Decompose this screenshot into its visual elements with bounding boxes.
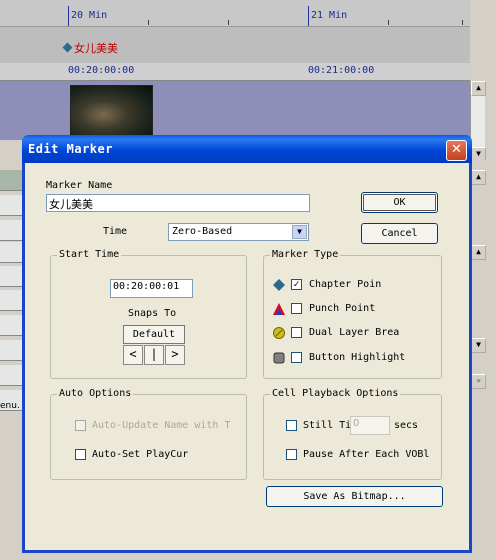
track-header[interactable] xyxy=(0,340,22,361)
track-header[interactable] xyxy=(0,290,22,311)
ruler-tick xyxy=(462,20,463,25)
expand-arrows-icon[interactable]: » xyxy=(471,374,486,389)
marker-name-input[interactable]: 女儿美美 xyxy=(46,194,310,212)
still-time-checkbox[interactable] xyxy=(286,420,297,431)
button-highlight-label: Button Highlight xyxy=(309,352,406,363)
dual-layer-break-label: Dual Layer Brea xyxy=(309,327,400,338)
punch-point-checkbox[interactable] xyxy=(291,303,302,314)
right-side-panel: ▲ ▲ ▼ » xyxy=(470,160,496,560)
punch-triangle-icon xyxy=(273,303,285,315)
still-time-input[interactable]: 0 xyxy=(350,416,390,435)
button-highlight-checkbox[interactable] xyxy=(291,352,302,363)
chapter-point-checkbox[interactable]: ✓ xyxy=(291,279,302,290)
previous-snap-button[interactable]: < xyxy=(123,345,143,365)
marker-type-group: Marker Type ✓ Chapter Poin Punch Point D… xyxy=(263,249,442,379)
pause-after-vobu-checkbox[interactable] xyxy=(286,449,297,460)
track-header[interactable] xyxy=(0,220,22,241)
dialog-titlebar[interactable]: Edit Marker ✕ xyxy=(22,135,472,163)
marker-name-label: Marker Name xyxy=(46,180,113,191)
auto-set-playcur-checkbox[interactable] xyxy=(75,449,86,460)
chapter-marker-icon xyxy=(62,42,73,53)
auto-options-group-title: Auto Options xyxy=(57,388,134,399)
chapter-diamond-icon xyxy=(273,279,285,291)
ruler-major-tick xyxy=(68,6,69,26)
track-header[interactable] xyxy=(0,315,22,336)
start-time-group: Start Time 00:20:00:01 Snaps To Default … xyxy=(50,249,247,379)
left-side-panel xyxy=(0,140,22,560)
auto-update-name-label: Auto-Update Name with T xyxy=(92,420,231,431)
timeline-scrollbar[interactable]: ▲ ▼ xyxy=(470,81,486,162)
track-header[interactable] xyxy=(0,170,22,191)
menu-fragment: enu. xyxy=(0,401,20,411)
dialog-title: Edit Marker xyxy=(28,142,113,156)
ruler-major-tick xyxy=(308,6,309,26)
scroll-up-icon[interactable]: ▲ xyxy=(471,245,486,260)
secs-label: secs xyxy=(394,420,419,431)
dual-layer-circle-icon xyxy=(273,327,285,339)
start-time-group-title: Start Time xyxy=(57,249,122,260)
auto-update-name-checkbox[interactable] xyxy=(75,420,86,431)
timecode-label-1: 00:20:00:00 xyxy=(68,65,135,76)
edit-marker-dialog: Edit Marker ✕ Marker Name 女儿美美 OK Cancel… xyxy=(22,135,472,553)
timecode-label-2: 00:21:00:00 xyxy=(308,65,375,76)
ruler-label-21min: 21 Min xyxy=(311,10,348,21)
current-snap-button[interactable]: | xyxy=(144,345,164,365)
timecode-ruler[interactable]: 00:20:00:00 00:21:00:00 xyxy=(0,63,470,81)
timeline-ruler[interactable]: 20 Min 21 Min xyxy=(0,0,470,27)
save-as-bitmap-button[interactable]: Save As Bitmap... xyxy=(266,486,443,507)
ruler-tick xyxy=(228,20,229,25)
dual-layer-break-checkbox[interactable] xyxy=(291,327,302,338)
still-time-label: Still Ti xyxy=(303,420,352,431)
video-thumbnail[interactable] xyxy=(70,85,153,139)
cell-playback-group-title: Cell Playback Options xyxy=(270,388,401,399)
cell-playback-group: Cell Playback Options Still Ti 0 secs Pa… xyxy=(263,388,442,480)
snaps-to-label: Snaps To xyxy=(128,308,177,319)
cancel-button[interactable]: Cancel xyxy=(361,223,438,244)
next-snap-button[interactable]: > xyxy=(165,345,185,365)
auto-set-playcur-label: Auto-Set PlayCur xyxy=(92,449,189,460)
time-label: Time xyxy=(103,226,128,237)
default-snap-button[interactable]: Default xyxy=(123,325,185,344)
scroll-up-icon[interactable]: ▲ xyxy=(471,81,486,96)
chevron-down-icon[interactable]: ▼ xyxy=(292,225,307,239)
marker-type-group-title: Marker Type xyxy=(270,249,341,260)
start-time-input[interactable]: 00:20:00:01 xyxy=(110,279,193,298)
button-square-icon xyxy=(273,352,285,364)
punch-point-label: Punch Point xyxy=(309,303,376,314)
chapter-point-label: Chapter Poin xyxy=(309,279,382,290)
time-select-value: Zero-Based xyxy=(172,226,233,237)
track-header[interactable] xyxy=(0,195,22,216)
ok-button[interactable]: OK xyxy=(361,192,438,213)
timeline-marker[interactable]: 女儿美美 xyxy=(62,40,118,56)
ruler-tick xyxy=(388,20,389,25)
scroll-down-icon[interactable]: ▼ xyxy=(471,338,486,353)
pause-after-vobu-label: Pause After Each VOBl xyxy=(303,449,430,460)
close-icon[interactable]: ✕ xyxy=(446,140,467,161)
ruler-tick xyxy=(148,20,149,25)
timeline-marker-label: 女儿美美 xyxy=(74,42,118,55)
track-header[interactable] xyxy=(0,365,22,386)
dialog-client-area: Marker Name 女儿美美 OK Cancel Time Zero-Bas… xyxy=(25,163,469,550)
track-header[interactable] xyxy=(0,266,22,287)
scroll-up-icon[interactable]: ▲ xyxy=(471,170,486,185)
auto-options-group: Auto Options Auto-Update Name with T Aut… xyxy=(50,388,247,480)
ruler-label-20min: 20 Min xyxy=(71,10,108,21)
track-header[interactable] xyxy=(0,242,22,263)
time-select[interactable]: Zero-Based ▼ xyxy=(168,223,309,241)
